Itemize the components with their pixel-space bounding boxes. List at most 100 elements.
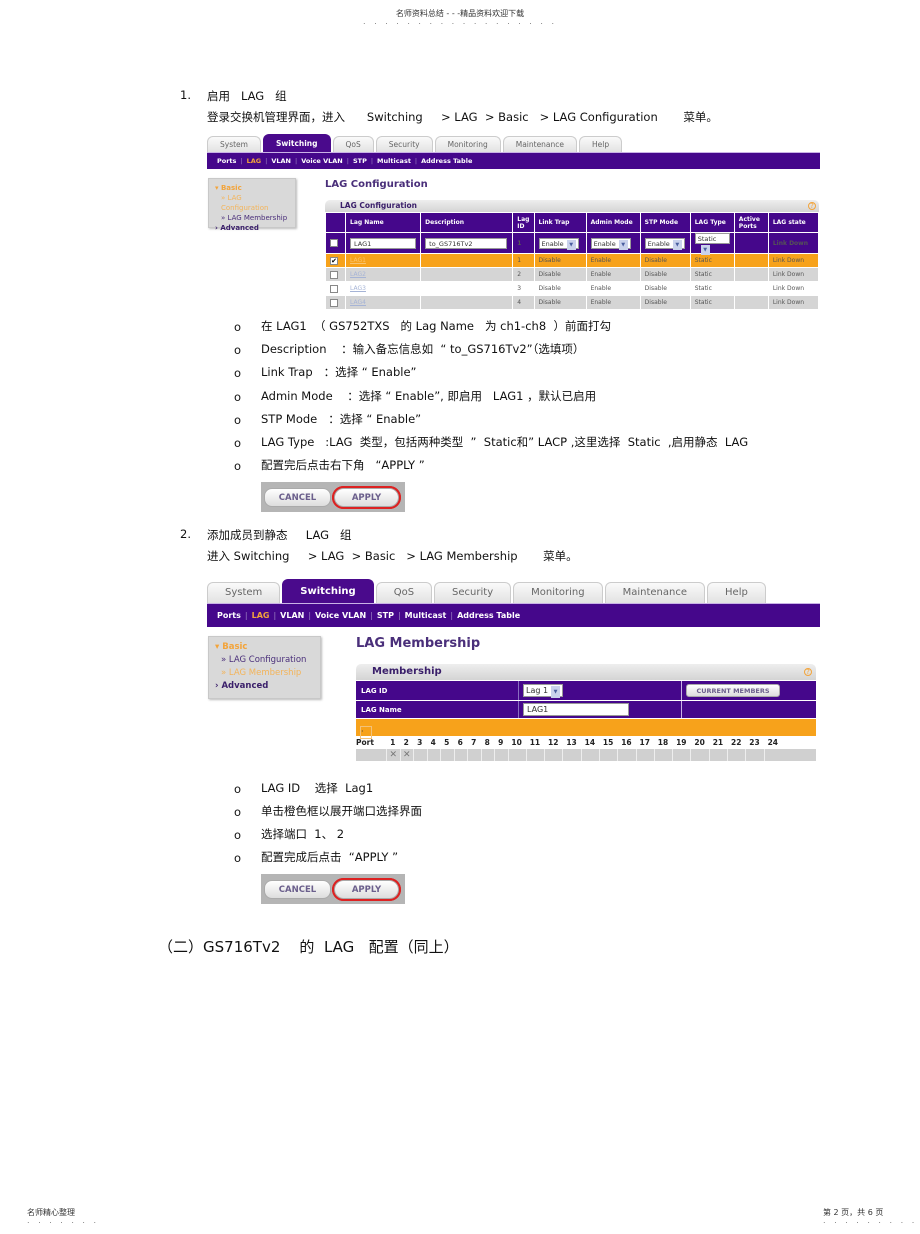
tab-maintenance[interactable]: Maintenance: [604, 582, 706, 603]
help-icon[interactable]: ?: [808, 202, 816, 210]
subnav-address-table[interactable]: Address Table: [457, 611, 520, 620]
lag-config-table: Lag Name Description Lag ID Link Trap Admin …: [324, 212, 820, 310]
port-checkbox-20[interactable]: [690, 749, 708, 761]
lag-type-select[interactable]: Static ▼: [694, 233, 730, 255]
cancel-button[interactable]: CANCEL: [264, 487, 331, 507]
apply-button[interactable]: APPLY: [331, 485, 402, 509]
description-cell: [420, 295, 514, 310]
sidebar-item-lag-membership[interactable]: » LAG Membership: [215, 667, 314, 680]
port-checkbox-12[interactable]: [544, 749, 562, 761]
subnav-vlan[interactable]: VLAN: [271, 157, 291, 165]
port-checkbox-16[interactable]: [617, 749, 635, 761]
select-all-checkbox[interactable]: [330, 239, 338, 247]
subnav-separator: |: [265, 157, 268, 165]
select-cell: [324, 281, 347, 296]
port-checkbox-8[interactable]: [480, 749, 495, 761]
port-checkbox-21[interactable]: [708, 749, 727, 761]
sidebar-advanced[interactable]: › Advanced: [215, 680, 314, 693]
lag-id-select[interactable]: Lag 1 ▼: [523, 684, 564, 698]
port-checkbox-2[interactable]: ✕: [399, 749, 414, 761]
port-checkbox-22[interactable]: [727, 749, 745, 761]
row-checkbox[interactable]: ✔: [330, 256, 338, 265]
subnav-multicast[interactable]: Multicast: [377, 157, 411, 165]
row-checkbox[interactable]: [330, 298, 338, 307]
tab-monitoring[interactable]: Monitoring: [513, 582, 603, 603]
sidebar-basic[interactable]: ▾ Basic: [215, 641, 314, 654]
subnav-vlan[interactable]: VLAN: [280, 611, 304, 620]
tab-maintenance[interactable]: Maintenance: [502, 136, 578, 152]
port-number: 23: [749, 738, 760, 747]
port-checkbox-11[interactable]: [525, 749, 544, 761]
port-number: 21: [712, 738, 724, 747]
port-checkbox-10[interactable]: [507, 749, 526, 761]
subnav-voice-vlan[interactable]: Voice VLAN: [301, 157, 343, 165]
port-checkbox-14[interactable]: [580, 749, 599, 761]
subnav-ports[interactable]: Ports: [217, 157, 236, 165]
stp-mode-select[interactable]: Enable ▼: [644, 237, 685, 250]
tab-qos[interactable]: QoS: [375, 582, 433, 603]
subnav-separator: |: [273, 611, 277, 620]
lag-name-link[interactable]: LAG2: [350, 271, 366, 278]
subnav-ports[interactable]: Ports: [217, 611, 241, 620]
link-trap-select[interactable]: Enable ▼: [538, 237, 579, 250]
port-checkbox-6[interactable]: [453, 749, 468, 761]
port-selection-expander[interactable]: ·: [356, 719, 816, 739]
ui1-sidebar: ▾ Basic » LAG Configuration » LAG Member…: [208, 178, 296, 232]
port-checkbox-19[interactable]: [672, 749, 690, 761]
bullet-item: STP Mode ：选择 “ Enable”: [261, 411, 422, 426]
row-checkbox[interactable]: [330, 284, 338, 293]
row-checkbox[interactable]: [330, 270, 338, 279]
admin-mode-cell: Enable ▼: [585, 232, 641, 254]
lag-name-input[interactable]: LAG1: [523, 703, 629, 716]
port-checkbox-4[interactable]: [426, 749, 441, 761]
subnav-lag[interactable]: LAG: [247, 157, 262, 165]
port-checkbox-9[interactable]: [494, 749, 508, 761]
subnav-lag[interactable]: LAG: [252, 611, 270, 620]
port-checkbox-23[interactable]: [745, 749, 763, 761]
description-input[interactable]: to_GS716Tv2: [425, 237, 508, 249]
tab-qos[interactable]: QoS: [332, 136, 374, 152]
admin-mode-select[interactable]: Enable ▼: [590, 237, 631, 250]
tab-monitoring[interactable]: Monitoring: [434, 136, 501, 152]
sidebar-item-lag-membership[interactable]: » LAG Membership: [215, 213, 289, 223]
current-members-button[interactable]: CURRENT MEMBERS: [686, 684, 780, 697]
sidebar-item-lag-configuration[interactable]: » LAG Configuration: [215, 193, 289, 213]
port-checkbox-5[interactable]: [440, 749, 454, 761]
port-checkbox-15[interactable]: [598, 749, 617, 761]
sidebar-item-lag-configuration[interactable]: » LAG Configuration: [215, 654, 314, 667]
help-icon[interactable]: ?: [804, 668, 812, 676]
port-checkbox-3[interactable]: [413, 749, 427, 761]
apply-button[interactable]: APPLY: [331, 877, 402, 901]
tab-switching[interactable]: Switching: [262, 134, 331, 152]
tab-help[interactable]: Help: [579, 136, 623, 152]
ui1-subnav: Ports | LAG | VLAN | Voice VLAN | STP | Multicast |…: [207, 152, 820, 169]
port-checkbox-13[interactable]: [562, 749, 580, 761]
subnav-stp[interactable]: STP: [377, 611, 394, 620]
lag-name-link[interactable]: LAG3: [350, 285, 366, 292]
subnav-voice-vlan[interactable]: Voice VLAN: [315, 611, 366, 620]
cancel-button[interactable]: CANCEL: [264, 879, 331, 899]
subnav-separator: |: [346, 157, 349, 165]
step1-title: 启用 LAG 组: [207, 89, 287, 103]
subnav-multicast[interactable]: Multicast: [405, 611, 447, 620]
subnav-address-table[interactable]: Address Table: [421, 157, 472, 165]
column-header-link-trap: Link Trap: [533, 212, 587, 233]
tab-security[interactable]: Security: [434, 582, 512, 603]
port-checkbox-1[interactable]: ✕: [386, 749, 400, 761]
tab-help[interactable]: Help: [707, 582, 766, 603]
bullet-item: LAG Type :LAG 类型，包括两种类型 ” Static和” LACP …: [261, 435, 749, 449]
subnav-stp[interactable]: STP: [353, 157, 367, 165]
port-checkbox-24[interactable]: [763, 749, 782, 761]
tab-switching[interactable]: Switching: [282, 579, 374, 603]
tab-system[interactable]: System: [207, 582, 281, 603]
port-checkbox-18[interactable]: [653, 749, 672, 761]
lag-name-link[interactable]: LAG1: [350, 257, 366, 264]
port-checkbox-7[interactable]: [467, 749, 481, 761]
lag-name-input[interactable]: LAG1: [350, 237, 417, 249]
lag-name-link[interactable]: LAG4: [350, 299, 366, 306]
tab-security[interactable]: Security: [375, 136, 433, 152]
sidebar-advanced[interactable]: › Advanced: [215, 223, 289, 233]
sidebar-basic[interactable]: ▾ Basic: [215, 183, 289, 193]
port-checkbox-17[interactable]: [635, 749, 654, 761]
tab-system[interactable]: System: [207, 136, 261, 152]
